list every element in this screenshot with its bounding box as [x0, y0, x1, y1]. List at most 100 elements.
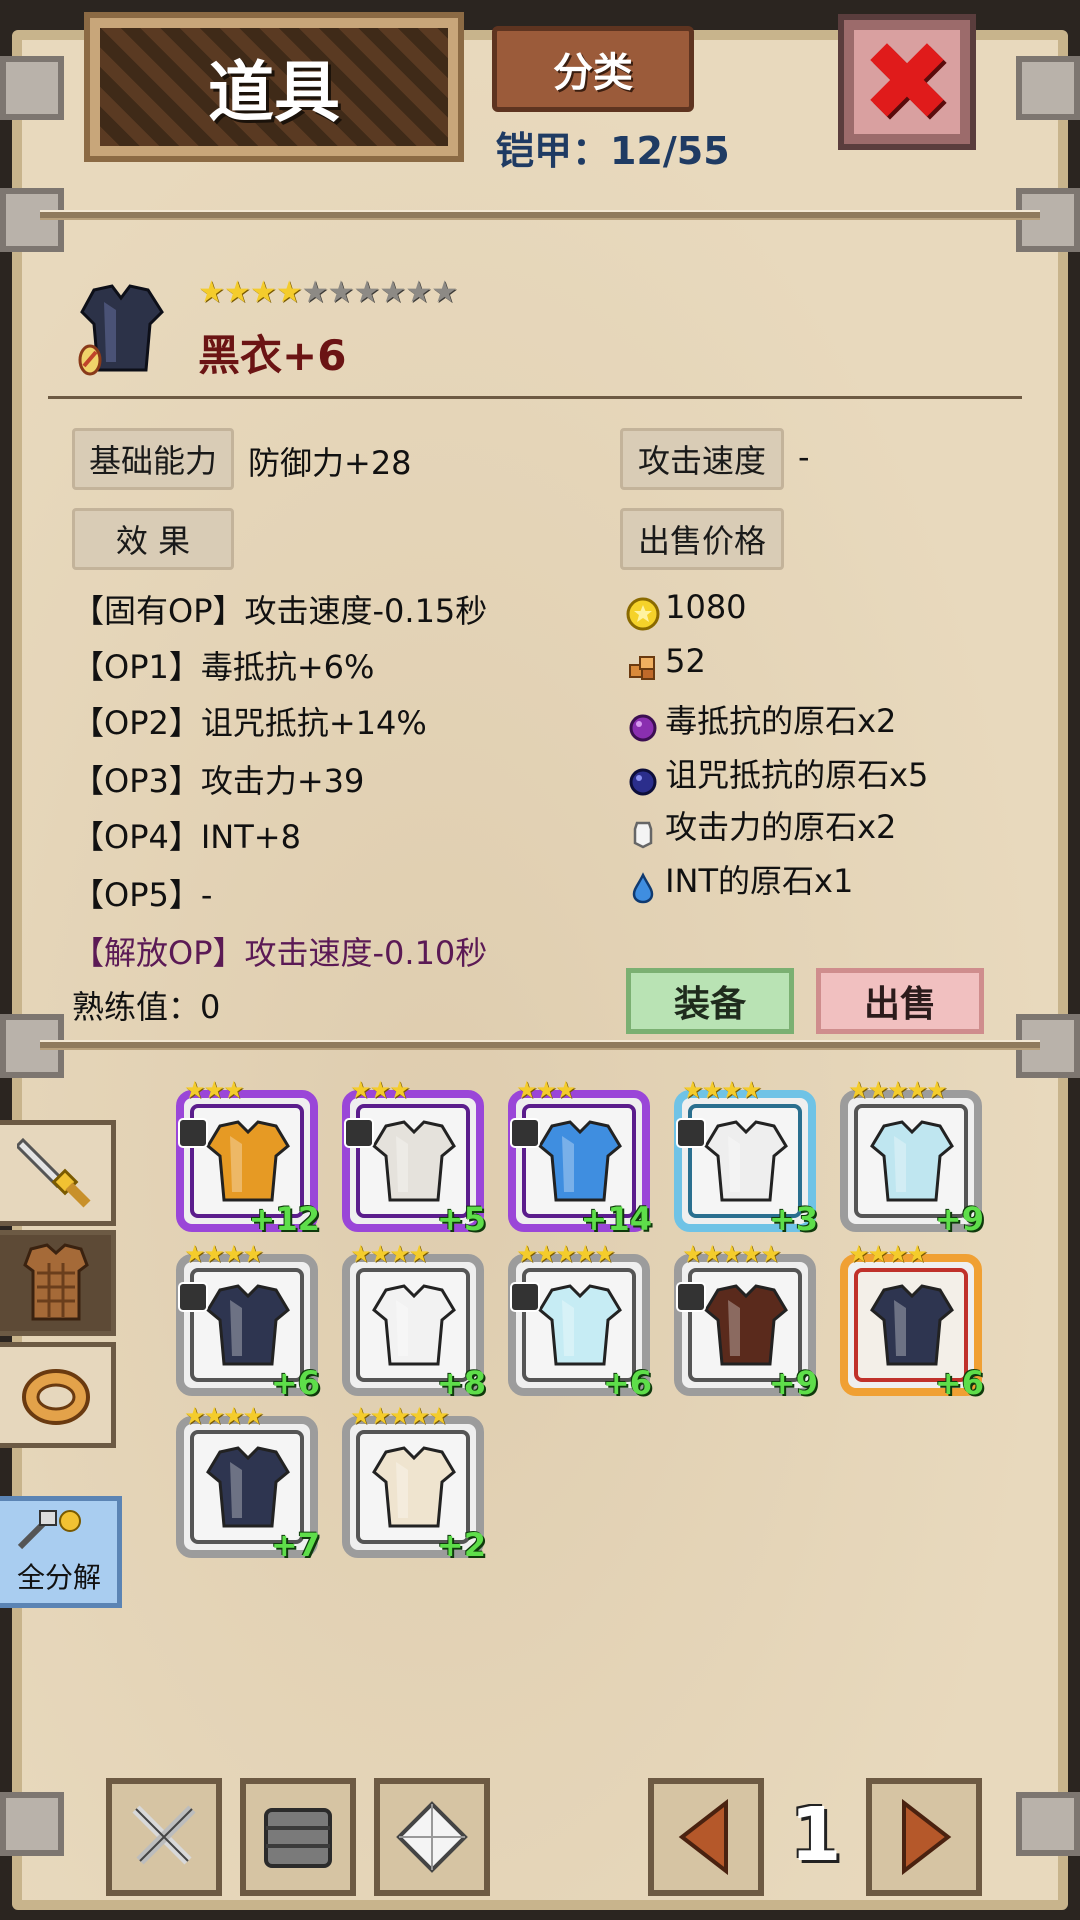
diamond-icon [396, 1801, 468, 1873]
slot-star-rating: ★★★★ [184, 1402, 264, 1430]
sell-price-label: 出售价格 [620, 508, 784, 570]
star-empty-icon: ★ [431, 275, 458, 310]
option-innate: 【固有OP】攻击速度-0.15秒 [72, 592, 488, 630]
armor-item-icon [538, 1120, 622, 1202]
armor-count: 铠甲：12/55 [496, 129, 730, 173]
page-title: 道具 [208, 54, 340, 131]
filter-gem-button[interactable] [374, 1778, 490, 1896]
ring-icon [21, 1369, 90, 1425]
tab-armor[interactable] [0, 1230, 116, 1336]
star-empty-icon: ★ [353, 275, 380, 310]
enhancement-level: +5 [436, 1200, 486, 1238]
sell-reward-material: 52 [626, 642, 706, 685]
star-filled-icon: ★ [198, 275, 225, 310]
sell-reward-text: 52 [665, 642, 706, 680]
item-name: 黑衣+6 [198, 331, 347, 380]
sell-reward-int-stone: INT的原石x1 [626, 856, 853, 905]
lock-icon [178, 1118, 208, 1148]
enhancement-level: +8 [436, 1364, 486, 1402]
armor-item-icon [206, 1446, 290, 1528]
basic-ability-value: 防御力+28 [248, 444, 412, 482]
slot-star-rating: ★★★★ [350, 1240, 430, 1268]
page-number: 1 [790, 1792, 842, 1878]
attack-speed-value: - [798, 438, 810, 476]
slot-star-rating: ★★★★★ [516, 1240, 616, 1268]
sell-reward-curse-stone: 诅咒抵抗的原石x5 [626, 750, 928, 799]
enhancement-level: +2 [436, 1526, 486, 1564]
inventory-slot[interactable]: ★★★★★ +6 [508, 1240, 652, 1402]
enhancement-level: +9 [934, 1200, 984, 1238]
disassemble-all-label: 全分解 [16, 1561, 101, 1594]
sell-reward-text: 诅咒抵抗的原石x5 [665, 756, 929, 794]
next-page-button[interactable] [866, 1778, 982, 1896]
inventory-slot[interactable]: ★★★★ +7 [176, 1402, 320, 1564]
purple-gem-icon [629, 714, 657, 741]
inventory-slot[interactable]: ★★★★ +6 [840, 1240, 984, 1402]
previous-page-button[interactable] [648, 1778, 764, 1896]
equip-button[interactable]: 装备 [626, 968, 794, 1034]
slot-star-rating: ★★★★ [184, 1240, 264, 1268]
star-empty-icon: ★ [301, 275, 329, 310]
option-3: 【OP3】攻击力+39 [72, 762, 365, 800]
material-icon [629, 655, 655, 680]
star-filled-icon: ★ [275, 275, 303, 310]
arrow-left-icon [678, 1799, 728, 1875]
inventory-slot[interactable]: ★★★★ +3 [674, 1076, 818, 1238]
star-empty-icon: ★ [379, 275, 406, 310]
blue-drop-icon [632, 871, 654, 903]
inventory-slot[interactable]: ★★★★★ +2 [342, 1402, 486, 1564]
slot-star-rating: ★★★★ [848, 1240, 928, 1268]
crossed-swords-icon [132, 1805, 196, 1865]
armor-item-icon [206, 1284, 290, 1366]
sell-reward-poison-stone: 毒抵抗的原石x2 [626, 696, 896, 745]
slot-star-rating: ★★★★★ [682, 1240, 782, 1268]
corner-bracket [1016, 1792, 1080, 1856]
corner-bracket [1016, 188, 1080, 252]
close-button[interactable]: ✖ [838, 14, 976, 150]
sell-button[interactable]: 出售 [816, 968, 984, 1034]
arrow-right-icon [902, 1799, 952, 1875]
close-icon: ✖ [854, 27, 960, 137]
inventory-slot[interactable]: ★★★ +5 [342, 1076, 486, 1238]
inventory-slot[interactable]: ★★★★★ +9 [840, 1076, 984, 1238]
filter-weapons-button[interactable] [106, 1778, 222, 1896]
enhancement-level: +6 [934, 1364, 984, 1402]
option-unlock: 【解放OP】攻击速度-0.10秒 [72, 934, 488, 972]
enhancement-level: +6 [270, 1364, 320, 1402]
enhancement-level: +9 [768, 1364, 818, 1402]
lock-icon [676, 1282, 706, 1312]
option-5: 【OP5】- [72, 876, 213, 914]
category-button[interactable]: 分类 [492, 26, 694, 112]
armor-item-icon [206, 1120, 290, 1202]
star-filled-icon: ★ [249, 275, 277, 310]
inventory-slot[interactable]: ★★★ +12 [176, 1076, 320, 1238]
divider [40, 210, 1040, 220]
filter-chest-button[interactable] [240, 1778, 356, 1896]
sell-reward-text: 1080 [665, 588, 747, 626]
inventory-slot[interactable]: ★★★ +14 [508, 1076, 652, 1238]
option-4: 【OP4】INT+8 [72, 818, 301, 856]
slot-star-rating: ★★★★★ [848, 1076, 948, 1104]
armor-item-icon [704, 1120, 788, 1202]
gold-coin-icon [626, 597, 660, 630]
armor-item-icon [372, 1284, 456, 1366]
tab-weapons[interactable] [0, 1120, 116, 1226]
corner-bracket [0, 188, 64, 252]
inventory-slot[interactable]: ★★★★★ +9 [674, 1240, 818, 1402]
option-1: 【OP1】毒抵抗+6% [72, 648, 375, 686]
sell-reward-text: INT的原石x1 [665, 862, 854, 900]
sword-icon [16, 1137, 91, 1208]
sell-reward-gold: 1080 [626, 588, 747, 631]
enhancement-level: +12 [248, 1200, 320, 1238]
inventory-slot[interactable]: ★★★★ +6 [176, 1240, 320, 1402]
divider [48, 396, 1022, 399]
enhancement-level: +14 [580, 1200, 652, 1238]
inventory-slot[interactable]: ★★★★ +8 [342, 1240, 486, 1402]
effect-label: 效 果 [72, 508, 234, 570]
armor-item-icon [372, 1120, 456, 1202]
lock-icon [344, 1118, 374, 1148]
lock-icon [510, 1282, 540, 1312]
corner-bracket [0, 56, 64, 120]
tab-accessories[interactable] [0, 1342, 116, 1448]
lock-icon [510, 1118, 540, 1148]
